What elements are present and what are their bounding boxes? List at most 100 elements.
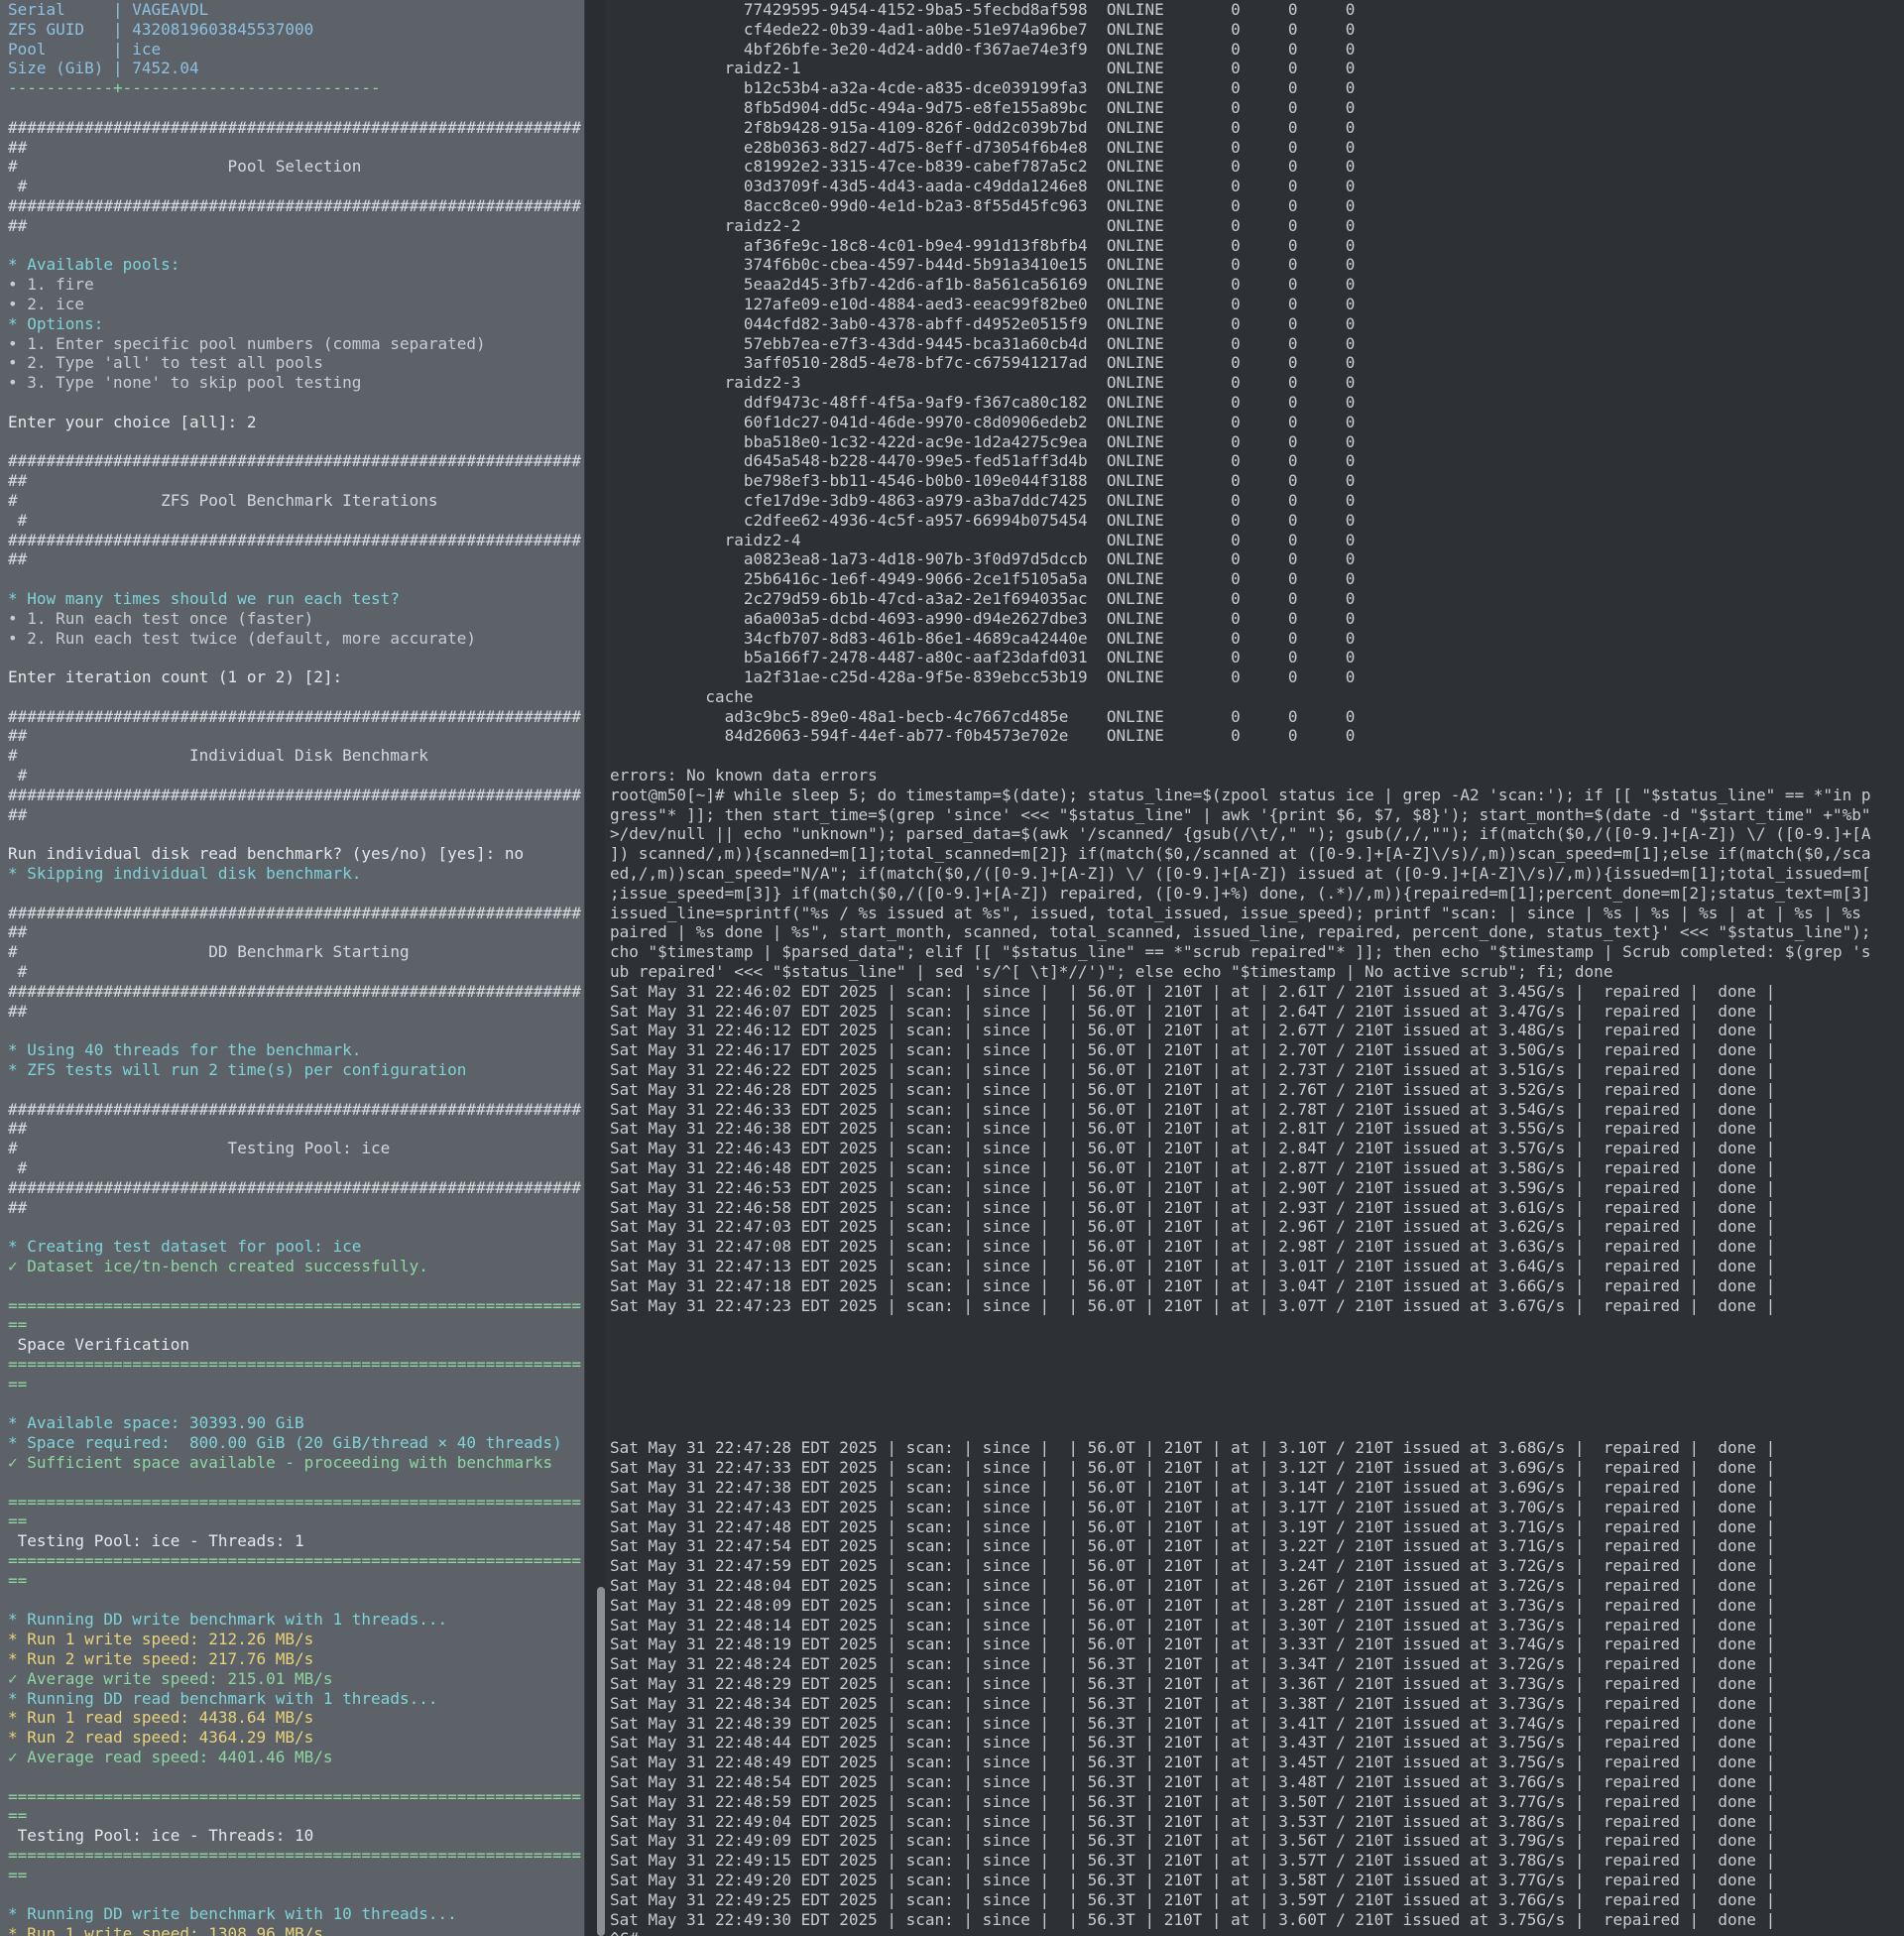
terminal-line: ## [8,804,28,824]
terminal-line: a6a003a5-dcbd-4693-a990-d94e2627dbe3 ONL… [610,608,1356,628]
terminal-line: Sat May 31 22:48:39 EDT 2025 | scan: | s… [610,1713,1776,1733]
terminal-line: • 2. Run each test twice (default, more … [8,628,477,648]
terminal-line: Sat May 31 22:46:02 EDT 2025 | scan: | s… [610,981,1776,1001]
terminal-line: 3aff0510-28d5-4e78-bf7c-c675941217ad ONL… [610,353,1356,373]
terminal-line: af36fe9c-18c8-4c01-b9e4-991d13f8bfb4 ONL… [610,235,1356,255]
terminal-line: 374f6b0c-cbea-4597-b44d-5b91a3410e15 ONL… [610,255,1356,275]
terminal-line: Run individual disk read benchmark? (yes… [8,844,525,864]
terminal-line: issued_line=sprintf("%s / %s issued at %… [610,903,1861,922]
terminal-line: -----------+--------------------------- [8,78,381,98]
terminal-line: Sat May 31 22:48:04 EDT 2025 | scan: | s… [610,1575,1776,1595]
terminal-line: ########################################… [8,981,581,1001]
terminal-line: ########################################… [8,530,581,549]
terminal-line: # Pool Selection [8,157,362,177]
terminal-line: Enter iteration count (1 or 2) [2]: [8,667,343,687]
terminal-line: be798ef3-bb11-4546-b0b0-109e044f3188 ONL… [610,471,1356,491]
terminal-line: ## [8,1197,28,1217]
terminal-line: Sat May 31 22:46:33 EDT 2025 | scan: | s… [610,1099,1776,1119]
terminal-line: 03d3709f-43d5-4d43-aada-c49dda1246e8 ONL… [610,177,1356,196]
terminal-line: Sat May 31 22:46:28 EDT 2025 | scan: | s… [610,1079,1776,1099]
terminal-line: # Testing Pool: ice [8,1139,391,1158]
terminal-line: ========================================… [8,1550,581,1570]
terminal-line: ed,/,m))scan_speed="N/A"; if(match($0,/(… [610,864,1871,884]
terminal-line: ========================================… [8,1492,581,1512]
terminal-line: 2f8b9428-915a-4109-826f-0dd2c039b7bd ONL… [610,117,1356,137]
terminal-line: errors: No known data errors [610,766,878,786]
terminal-line: Sat May 31 22:48:24 EDT 2025 | scan: | s… [610,1654,1776,1674]
terminal-line: a0823ea8-1a73-4d18-907b-3f0d97d5dccb ONL… [610,549,1356,569]
terminal-line: # DD Benchmark Starting [8,942,410,962]
terminal-line: raidz2-2 ONLINE 0 0 0 [610,215,1356,235]
terminal-line: Sat May 31 22:49:30 EDT 2025 | scan: | s… [610,1909,1776,1929]
terminal-line: ## [8,922,28,942]
terminal-line: ########################################… [8,1099,581,1119]
scrollbar-thumb[interactable] [597,1587,605,1936]
terminal-line: Sat May 31 22:47:23 EDT 2025 | scan: | s… [610,1295,1776,1315]
terminal-line: raidz2-1 ONLINE 0 0 0 [610,59,1356,78]
terminal-line: Serial | VAGEAVDL [8,0,209,19]
terminal-line: * Running DD read benchmark with 1 threa… [8,1688,438,1708]
terminal-line: ## [8,549,28,569]
pane-divider[interactable] [585,0,605,1936]
terminal-line: >/dev/null || echo "unknown"); parsed_da… [610,824,1871,844]
terminal-line: b12c53b4-a32a-4cde-a835-dce039199fa3 ONL… [610,78,1356,98]
terminal-line: 77429595-9454-4152-9ba5-5fecbd8af598 ONL… [610,0,1356,19]
terminal-line: bba518e0-1c32-422d-ac9e-1d2a4275c9ea ONL… [610,431,1356,451]
terminal-line: Sat May 31 22:48:09 EDT 2025 | scan: | s… [610,1595,1776,1615]
terminal-line: Sat May 31 22:46:58 EDT 2025 | scan: | s… [610,1197,1776,1217]
terminal-line: ^C# [610,1929,1904,1936]
terminal-line: Sat May 31 22:46:12 EDT 2025 | scan: | s… [610,1021,1776,1040]
terminal-line: Sat May 31 22:47:08 EDT 2025 | scan: | s… [610,1237,1776,1257]
terminal-line: ## [8,471,28,491]
terminal-line: # [8,962,28,982]
terminal-line: 34cfb707-8d83-461b-86e1-4689ca42440e ONL… [610,628,1356,648]
terminal-line: cache [610,686,754,706]
terminal-line: Sat May 31 22:47:43 EDT 2025 | scan: | s… [610,1497,1776,1516]
terminal-line: 2c279d59-6b1b-47cd-a3a2-2e1f694035ac ONL… [610,588,1356,608]
terminal-line: Sat May 31 22:47:54 EDT 2025 | scan: | s… [610,1536,1776,1556]
terminal-line: Sat May 31 22:49:09 EDT 2025 | scan: | s… [610,1831,1776,1851]
terminal-line: paired | %s done | %s", start_month, sca… [610,922,1871,942]
left-terminal-pane[interactable]: Serial | VAGEAVDL ZFS GUID | 432081960384… [0,0,585,1936]
terminal-line: ########################################… [8,706,581,726]
terminal-line: gress"* ]]; then start_time=$(grep 'sinc… [610,804,1871,824]
terminal-line: ########################################… [8,1177,581,1197]
terminal-line: Sat May 31 22:48:29 EDT 2025 | scan: | s… [610,1673,1776,1693]
terminal-line: ########################################… [8,785,581,804]
terminal-line: ZFS GUID | 4320819603845537000 [8,19,314,39]
terminal-line: == [8,1374,28,1393]
terminal-line: ========================================… [8,1786,581,1806]
terminal-line: ########################################… [8,451,581,471]
terminal-line: Sat May 31 22:49:15 EDT 2025 | scan: | s… [610,1851,1776,1871]
terminal-line: ✓ Average read speed: 4401.46 MB/s [8,1747,333,1766]
terminal-line: • 1. fire [8,275,94,295]
terminal-line: • 2. ice [8,294,85,313]
terminal-line: # Individual Disk Benchmark [8,746,428,766]
terminal-line: raidz2-4 ONLINE 0 0 0 [610,530,1356,549]
terminal-line: * Run 2 read speed: 4364.29 MB/s [8,1728,314,1748]
terminal-line: 5eaa2d45-3fb7-42d6-af1b-8a561ca56169 ONL… [610,275,1356,295]
terminal-line: d645a548-b228-4470-99e5-fed51aff3d4b ONL… [610,451,1356,471]
terminal-line: • 3. Type 'none' to skip pool testing [8,373,362,393]
terminal-line: == [8,1806,28,1826]
terminal-line: * ZFS tests will run 2 time(s) per confi… [8,1060,467,1080]
terminal-line: cho "$timestamp | $parsed_data"; elif [[… [610,942,1871,962]
terminal-line: * Run 1 read speed: 4438.64 MB/s [8,1708,314,1728]
terminal-line: Sat May 31 22:48:59 EDT 2025 | scan: | s… [610,1791,1776,1811]
terminal-line: # [8,766,28,786]
terminal-line: cfe17d9e-3db9-4863-a979-a3ba7ddc7425 ONL… [610,490,1356,510]
right-terminal-pane[interactable]: 77429595-9454-4152-9ba5-5fecbd8af598 ONL… [605,0,1904,1936]
terminal-line: 4bf26bfe-3e20-4d24-add0-f367ae74e3f9 ONL… [610,39,1356,59]
